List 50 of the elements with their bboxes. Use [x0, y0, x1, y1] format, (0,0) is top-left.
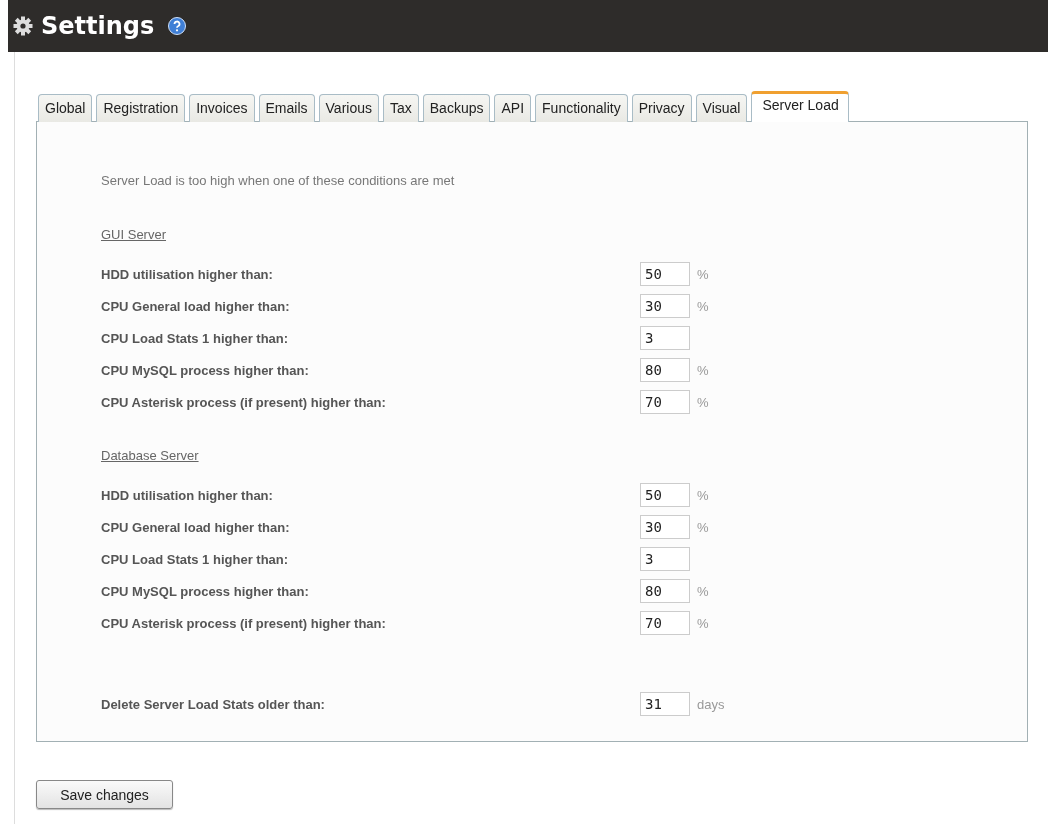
unit-label: % — [697, 583, 709, 599]
input-field[interactable]: 80 — [640, 358, 690, 382]
tab[interactable]: Registration — [96, 94, 186, 122]
unit-label: % — [697, 298, 709, 314]
settings-icon — [13, 16, 33, 36]
unit-label: % — [697, 362, 709, 378]
unit-label: % — [697, 266, 709, 282]
input-field[interactable]: 50 — [640, 262, 690, 286]
page-title: Settings — [41, 12, 155, 40]
setting-label: CPU General load higher than: — [101, 519, 291, 535]
setting-label: CPU Asterisk process (if present) higher than: — [101, 394, 387, 410]
help-icon[interactable] — [168, 17, 187, 35]
unit-label: % — [697, 394, 709, 410]
unit-label: days — [697, 696, 725, 712]
tab[interactable]: API — [494, 94, 532, 122]
input-field[interactable]: 3 — [640, 326, 690, 350]
setting-label: HDD utilisation higher than: — [101, 266, 274, 282]
setting-label: HDD utilisation higher than: — [101, 487, 274, 503]
input-field[interactable]: 30 — [640, 515, 690, 539]
input-field[interactable]: 70 — [640, 390, 690, 414]
input-field[interactable]: 70 — [640, 611, 690, 635]
setting-label: CPU Load Stats 1 higher than: — [101, 551, 290, 567]
input-field[interactable]: 80 — [640, 579, 690, 603]
setting-label: CPU Asterisk process (if present) higher than: — [101, 615, 387, 631]
intro-text: Server Load is too high when one of these conditions are met — [101, 173, 455, 188]
tab[interactable]: Global — [38, 94, 93, 122]
setting-label: CPU General load higher than: — [101, 298, 291, 314]
setting-label: CPU Load Stats 1 higher than: — [101, 330, 290, 346]
input-field[interactable]: 3 — [640, 547, 690, 571]
tab[interactable]: Invoices — [189, 94, 255, 122]
save-button[interactable]: Save changes — [36, 780, 173, 809]
tab[interactable]: Functionality — [535, 94, 628, 122]
setting-label: Delete Server Load Stats older than: — [101, 696, 326, 712]
input-field[interactable]: 30 — [640, 294, 690, 318]
input-field[interactable]: 31 — [640, 692, 690, 716]
section-heading: Database Server — [101, 448, 199, 463]
tab[interactable]: Various — [318, 94, 379, 122]
tab[interactable]: Server Load — [751, 91, 849, 122]
tab[interactable]: Tax — [383, 94, 419, 122]
setting-label: CPU MySQL process higher than: — [101, 362, 310, 378]
unit-label: % — [697, 519, 709, 535]
tab[interactable]: Privacy — [631, 94, 692, 122]
input-field[interactable]: 50 — [640, 483, 690, 507]
setting-label: CPU MySQL process higher than: — [101, 583, 310, 599]
unit-label: % — [697, 487, 709, 503]
tab[interactable]: Emails — [258, 94, 315, 122]
tab[interactable]: Visual — [695, 94, 748, 122]
tab[interactable]: Backups — [422, 94, 491, 122]
section-heading: GUI Server — [101, 227, 166, 242]
unit-label: % — [697, 615, 709, 631]
